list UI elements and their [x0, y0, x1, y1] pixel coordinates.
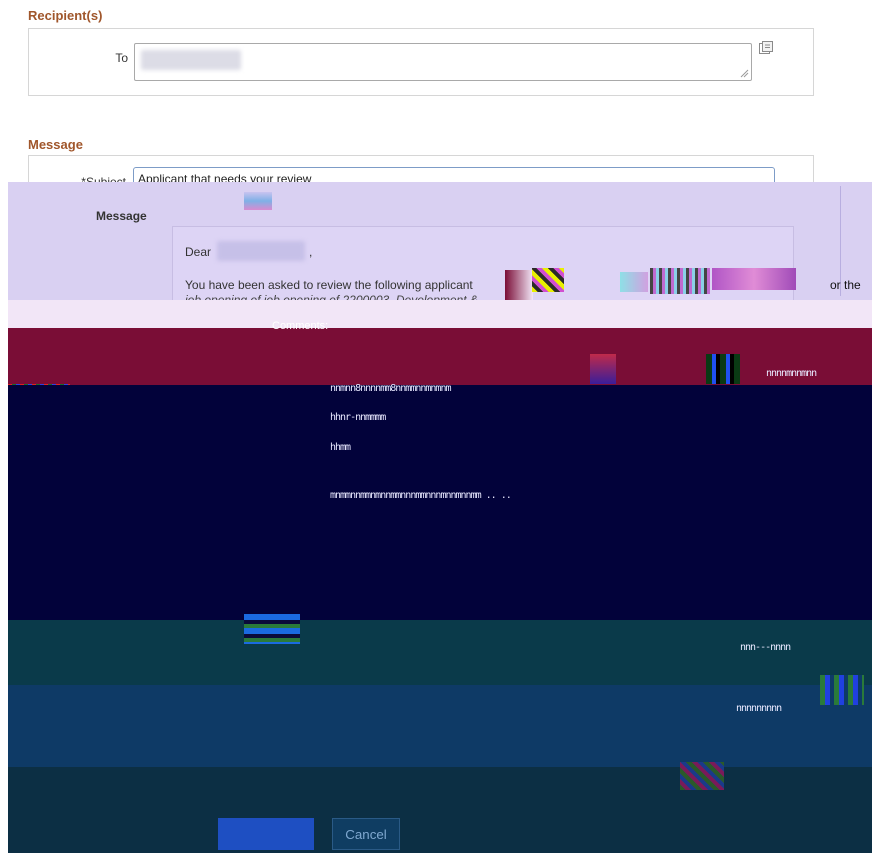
artifact-text: hhnr-nnmmmm: [330, 412, 386, 423]
artifact-block: [244, 192, 272, 210]
render-artifact-navy: [8, 385, 872, 620]
artifact-block: [820, 675, 864, 705]
artifact-text: hhmm: [330, 442, 351, 453]
artifact-block: [620, 272, 648, 292]
render-artifact-blue: [8, 685, 872, 767]
body-line-1: You have been asked to review the follow…: [185, 278, 473, 292]
artifact-text: nnn---nnnn: [740, 642, 791, 653]
recipient-name-token: [217, 241, 305, 261]
to-label: To: [115, 51, 128, 65]
artifact-block: [505, 270, 533, 300]
resize-grip-icon[interactable]: [740, 69, 749, 78]
recipients-section-title: Recipient(s): [28, 8, 103, 23]
artifact-block: [244, 614, 300, 644]
artifact-text: nnnnnnnnn: [736, 703, 782, 714]
message-label: Message: [96, 209, 147, 223]
greeting-comma: ,: [309, 245, 313, 259]
artifact-block: [590, 354, 616, 384]
artifact-text: nnnnmnnmnn: [766, 368, 817, 379]
render-artifact-bottom: [8, 767, 872, 853]
cancel-button[interactable]: Cancel: [332, 818, 400, 850]
artifact-strip: [8, 300, 872, 328]
comments-label: Comments:: [272, 320, 329, 332]
send-button[interactable]: [218, 818, 314, 850]
artifact-block: [680, 762, 724, 790]
artifact-block: [650, 268, 710, 294]
message-section-title: Message: [28, 137, 83, 152]
to-field[interactable]: [134, 43, 752, 81]
greeting-text: Dear: [185, 245, 212, 259]
artifact-text: nnmnn8nnnnmm8nnmmnnmnmnm: [330, 383, 451, 394]
artifact-text: mnmmnnmmnmnnmmnnnmmnnnmnnmnnmm .. ..: [330, 490, 512, 501]
artifact-block: [532, 268, 564, 292]
body-line-1-tail: or the: [830, 278, 861, 292]
artifact-block: [712, 268, 796, 290]
lookup-icon[interactable]: [758, 40, 774, 56]
recipient-token: [141, 50, 241, 70]
artifact-block: [706, 354, 740, 384]
render-artifact-band: [8, 300, 872, 385]
